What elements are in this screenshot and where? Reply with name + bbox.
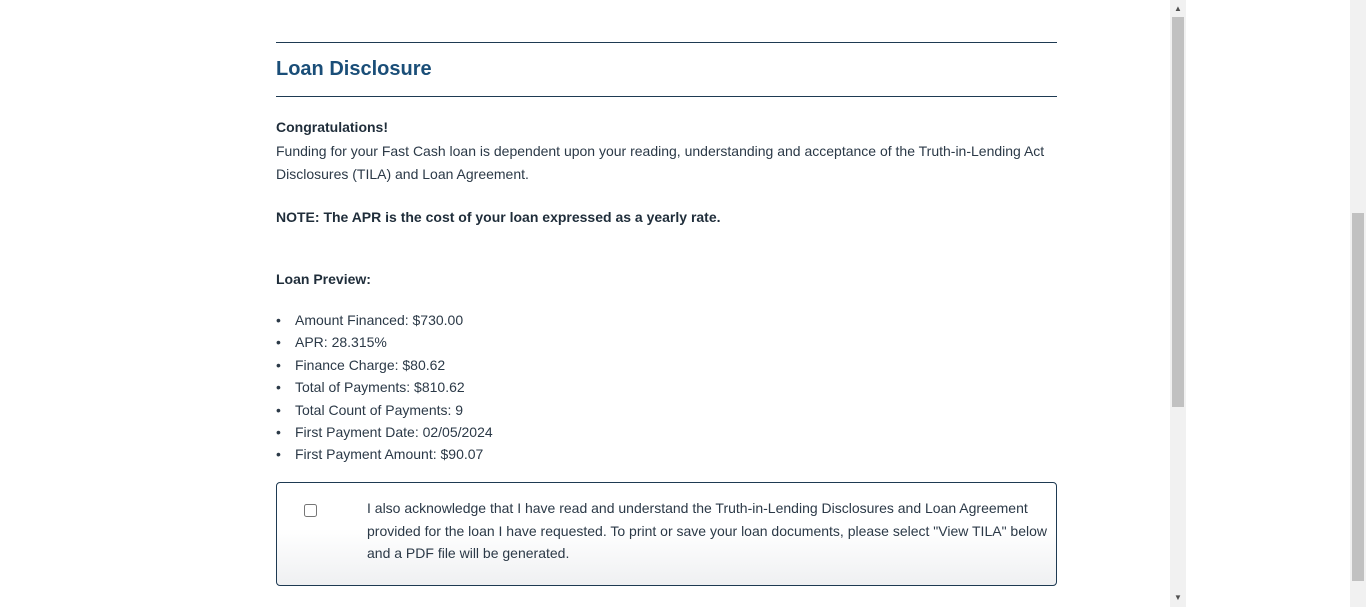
bullet-icon: • [276,379,281,396]
list-item-amount-financed: • Amount Financed: $730.00 [276,309,493,331]
list-item-text: First Payment Date: 02/05/2024 [295,424,493,441]
acknowledge-checkbox[interactable] [304,504,317,517]
list-item-finance-charge: • Finance Charge: $80.62 [276,354,493,376]
apr-note: NOTE: The APR is the cost of your loan e… [276,209,721,225]
list-item-apr: • APR: 28.315% [276,331,493,353]
list-item-text: Total of Payments: $810.62 [295,379,465,396]
bullet-icon: • [276,334,281,351]
page-scrollbar-thumb[interactable] [1352,213,1364,581]
list-item-first-payment-amount: • First Payment Amount: $90.07 [276,443,493,465]
bullet-icon: • [276,356,281,373]
page-title: Loan Disclosure [276,58,432,80]
list-item-text: Total Count of Payments: 9 [295,401,464,418]
page: Loan Disclosure Congratulations! Funding… [0,0,1366,607]
loan-preview-heading: Loan Preview: [276,271,371,287]
page-scrollbar[interactable] [1350,0,1366,607]
list-item-total-of-payments: • Total of Payments: $810.62 [276,376,493,398]
divider-bottom [276,96,1057,97]
acknowledgement-text: I also acknowledge that I have read and … [367,500,1048,561]
list-item-text: Finance Charge: $80.62 [295,356,446,373]
scroll-down-arrow-icon[interactable]: ▼ [1170,590,1186,606]
bullet-icon: • [276,312,281,328]
list-item-text: Amount Financed: $730.00 [295,312,464,328]
list-item-total-count-of-payments: • Total Count of Payments: 9 [276,399,493,421]
list-item-text: APR: 28.315% [295,334,387,351]
acknowledgement-box: I also acknowledge that I have read and … [276,482,1057,586]
content-scrollbar-thumb[interactable] [1172,17,1184,407]
bullet-icon: • [276,424,281,441]
content-scrollbar[interactable]: ▲ ▼ [1170,0,1186,607]
loan-preview-list: • Amount Financed: $730.00 • APR: 28.315% … [276,309,493,466]
list-item-first-payment-date: • First Payment Date: 02/05/2024 [276,421,493,443]
list-item-text: First Payment Amount: $90.07 [295,446,484,463]
bullet-icon: • [276,401,281,418]
divider-top [276,42,1057,43]
bullet-icon: • [276,446,281,463]
funding-description: Funding for your Fast Cash loan is depen… [276,143,1045,182]
scroll-up-arrow-icon[interactable]: ▲ [1170,1,1186,17]
congratulations-text: Congratulations! [276,119,388,135]
